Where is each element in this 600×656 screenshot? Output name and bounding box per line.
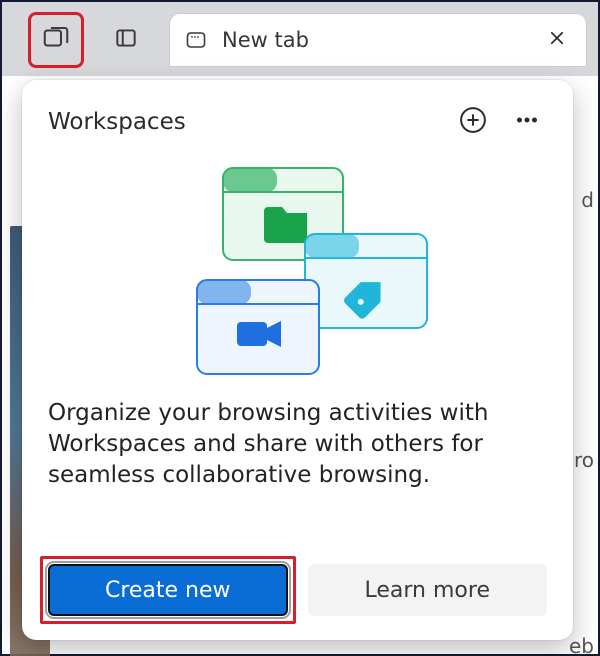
- more-options-button[interactable]: [507, 102, 547, 142]
- close-tab-button[interactable]: [542, 24, 572, 57]
- plus-circle-icon: [458, 105, 488, 139]
- create-new-button[interactable]: Create new: [48, 564, 288, 616]
- cropped-text-r: ro: [574, 448, 594, 472]
- popover-description: Organize your browsing activities with W…: [48, 398, 547, 491]
- learn-more-button-label: Learn more: [365, 578, 490, 603]
- popover-button-row: Create new Learn more: [48, 544, 547, 616]
- cropped-text-d: d: [581, 188, 594, 212]
- tab-actions-icon: [113, 25, 139, 55]
- learn-more-button[interactable]: Learn more: [308, 564, 548, 616]
- workspaces-toolbar-button[interactable]: [30, 14, 82, 66]
- close-icon: [548, 28, 566, 53]
- active-tab[interactable]: New tab: [170, 14, 586, 66]
- active-tab-label: New tab: [222, 28, 528, 52]
- workspaces-popover: Workspaces: [22, 80, 573, 640]
- workspaces-illustration: [48, 152, 547, 380]
- cropped-text-e: eb: [569, 634, 594, 656]
- workspaces-icon: [41, 23, 71, 57]
- newtab-icon: [184, 28, 208, 52]
- create-new-button-label: Create new: [105, 578, 231, 603]
- more-horizontal-icon: [512, 105, 542, 139]
- popover-title: Workspaces: [48, 109, 439, 135]
- tab-actions-button[interactable]: [100, 14, 152, 66]
- add-workspace-button[interactable]: [453, 102, 493, 142]
- tab-strip: New tab: [30, 14, 586, 66]
- popover-header: Workspaces: [48, 102, 547, 142]
